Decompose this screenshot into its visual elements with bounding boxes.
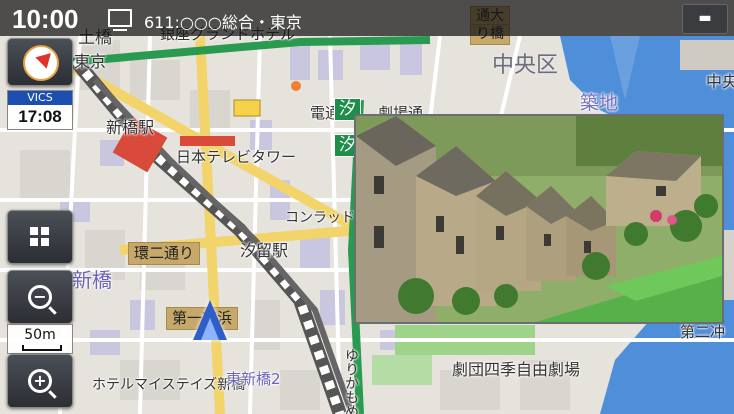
status-bar: 10:00 611:○○○総合・東京 ▬ [0,0,734,36]
map-scale: 50m [7,324,73,354]
map-label-chuo-ku: 中央区 [492,53,559,78]
map-label-shinbashi-station: 新橋駅 [106,118,155,137]
current-position-arrow-highlight [201,318,219,340]
park [372,355,432,385]
map-label-shiodome-station: 汐留駅 [240,241,289,260]
vics-time: 17:08 [18,107,62,126]
map-label-ntv-tower: 日本テレビタワー [176,148,297,166]
block [680,40,734,70]
video-playback-window[interactable] [354,114,724,324]
map-label-tokyo: 東京 [74,52,107,71]
tv-channel-label: 611:○○○総合・東京 [144,13,302,32]
map-scale-bar [22,345,62,351]
zoom-out-icon: − [28,285,52,309]
map-label-gekidan-shiki: 劇団四季自由劇場 [452,360,581,379]
map-label-naka: 中央 [706,72,734,91]
map-label-tsukiji: 築地 [580,92,619,114]
clock: 10:00 [12,4,79,34]
zoom-out-button[interactable]: − [7,270,73,324]
map-label-daini-right: 第二冲 [680,323,726,341]
menu-icon: ▬ [698,10,712,26]
station-area [180,136,235,146]
zoom-in-button[interactable]: + [7,354,73,408]
road-tag-kan2: 環二通り [128,242,201,265]
map-label-shinbashi-district: 新橋 [72,268,112,292]
map-scale-value: 50m [24,327,56,343]
vics-label: VICS [8,91,72,105]
poi-marker[interactable] [233,99,261,117]
grid-menu-icon [30,227,50,247]
video-frame-cottages [356,116,722,322]
map-label-hotel-mystays: ホテルマイステイズ新橋 [92,377,246,393]
map-label-yurikamome: ゆりかもめ [343,348,359,414]
navigation-screen: 土橋 銀座グランドホテル 東京 新橋駅 日本テレビタワー 汐留駅 コンラッド東 … [0,0,734,414]
tv-icon [108,9,132,31]
vics-info[interactable]: VICS 17:08 [7,90,73,130]
grid-menu-button[interactable] [7,210,73,264]
compass-button[interactable] [7,38,73,86]
zoom-in-icon: + [28,369,52,393]
poi-marker[interactable] [291,81,301,91]
menu-button[interactable]: ▬ [682,4,728,34]
map-label-higashi-shinbashi: 東新橋2 [226,370,281,388]
